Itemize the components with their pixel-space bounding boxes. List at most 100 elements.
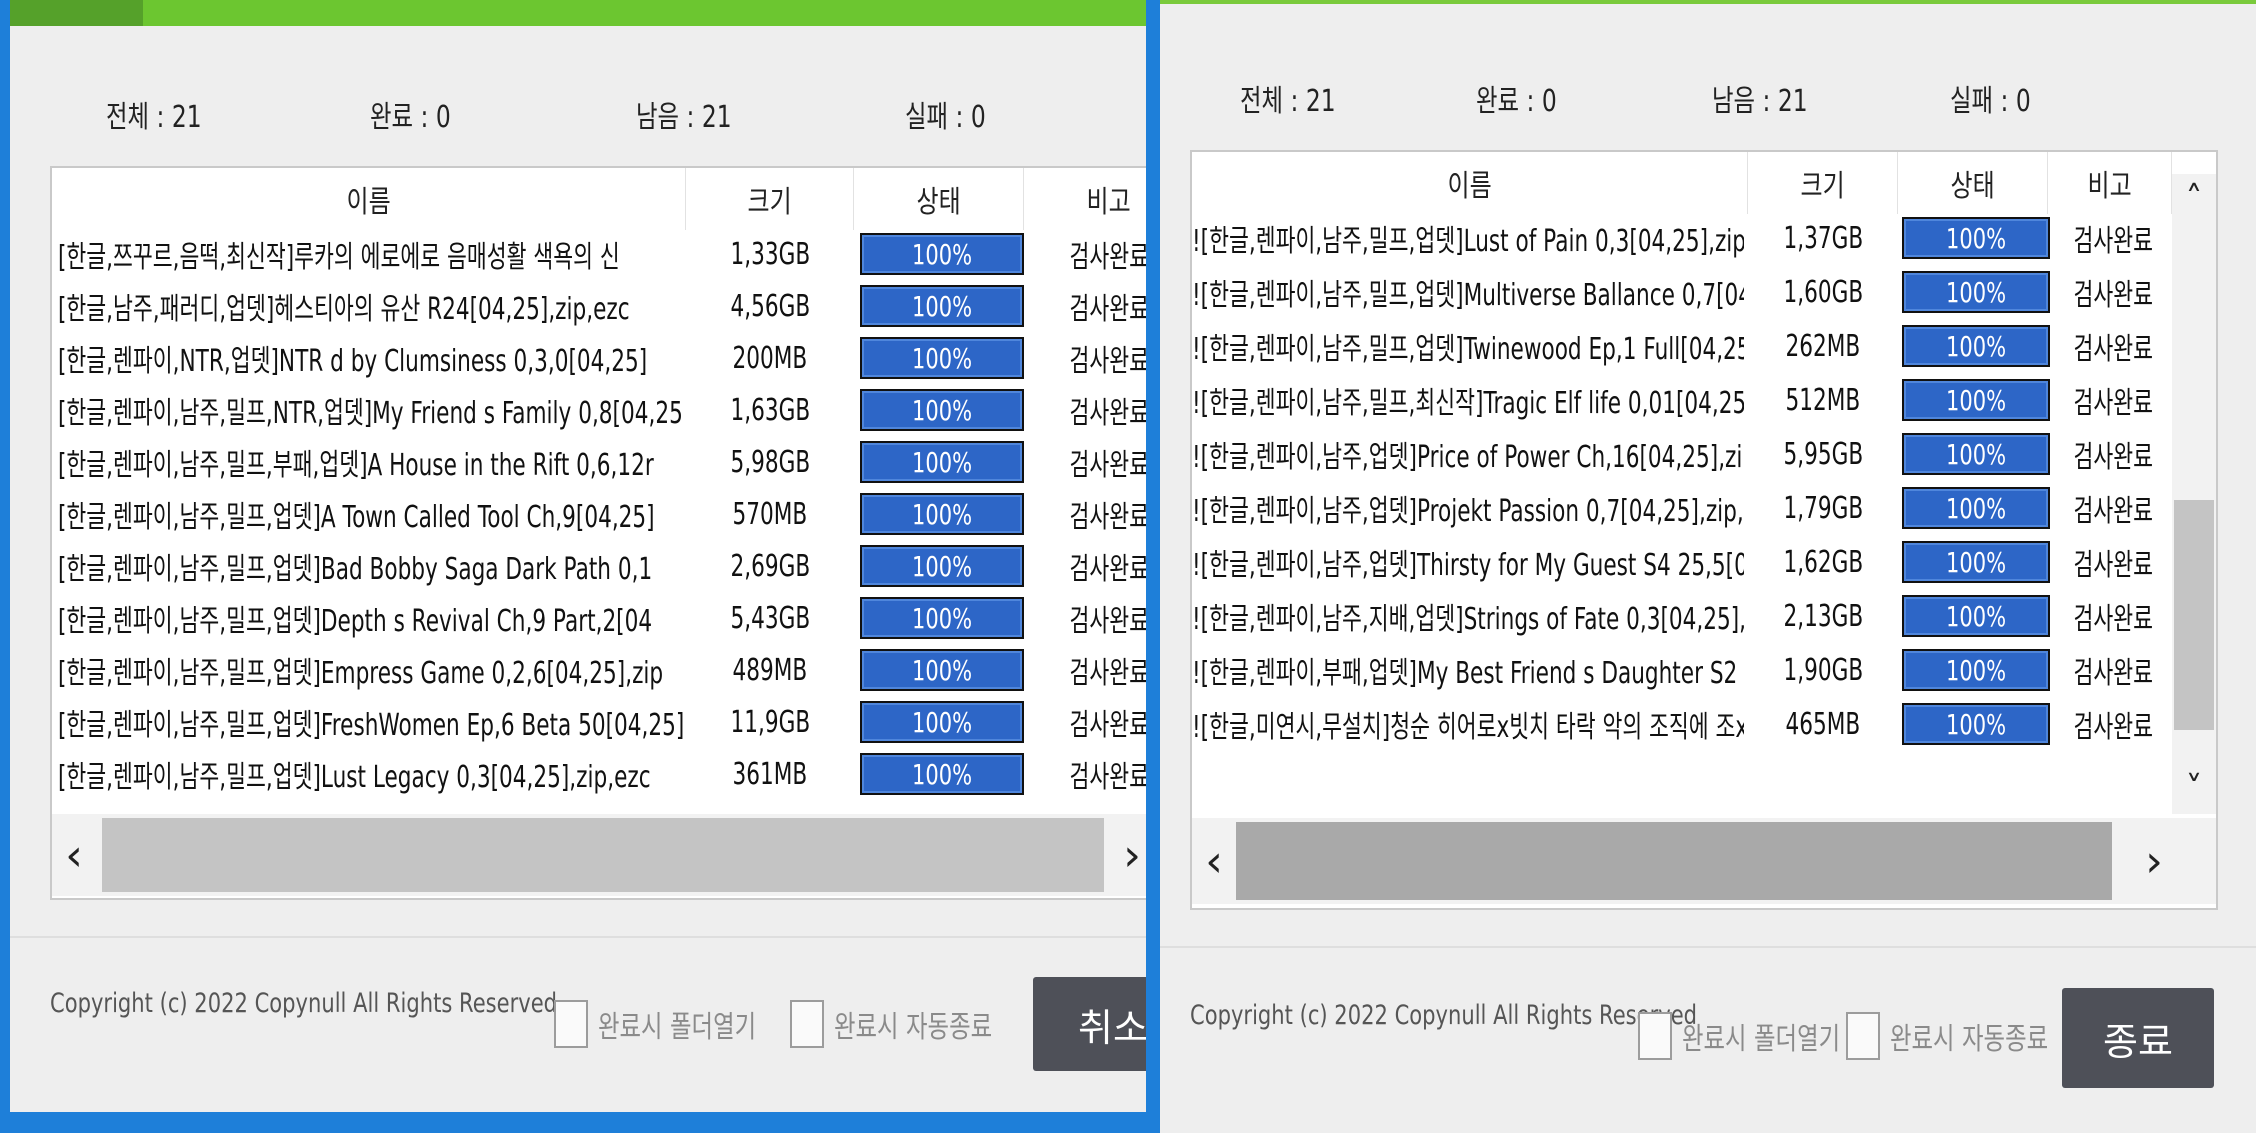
file-size-cell: 570MB — [732, 496, 808, 532]
note-cell: 검사완료 — [1069, 500, 1146, 535]
auto-exit-checkbox[interactable]: 완료시 자동종료 — [790, 1000, 1037, 1048]
file-name-cell: [한글,렌파이,남주,밀프,업뎃]Bad Bobby Saga Dark Pat… — [58, 552, 653, 587]
checkbox-box[interactable] — [1846, 1012, 1880, 1060]
table-row[interactable]: ![한글,렌파이,부패,업뎃]My Best Friend s Daughter… — [1192, 644, 2172, 696]
progress-bar: 100% — [860, 597, 1024, 639]
progress-bar: 100% — [1902, 703, 2050, 745]
table-row[interactable]: [한글,렌파이,남주,밀프,NTR,업뎃]My Friend s Family … — [52, 384, 1146, 436]
close-button[interactable]: 종료 — [2062, 988, 2214, 1088]
table-row[interactable]: [한글,렌파이,남주,밀프,업뎃]Depth s Revival Ch,9 Pa… — [52, 592, 1146, 644]
table-row[interactable]: ![한글,렌파이,남주,밀프,업뎃]Multiverse Ballance 0,… — [1192, 266, 2172, 318]
table-row[interactable]: ![한글,렌파이,남주,밀프,최신작]Tragic Elf life 0,01[… — [1192, 374, 2172, 426]
note-cell: 검사완료 — [1069, 240, 1146, 275]
horizontal-scrollbar[interactable]: ‹ › — [1192, 818, 2216, 904]
file-name-cell: ![한글,렌파이,남주,업뎃]Projekt Passion 0,7[04,25… — [1192, 494, 1744, 529]
file-name-cell: [한글,렌파이,남주,밀프,업뎃]FreshWomen Ep,6 Beta 50… — [58, 708, 684, 743]
file-name-cell: [한글,렌파이,남주,밀프,업뎃]Lust Legacy 0,3[04,25],… — [58, 760, 651, 795]
column-header-size[interactable]: 크기 — [1748, 152, 1898, 214]
column-header-status[interactable]: 상태 — [1898, 152, 2048, 214]
copyright-text: Copyright (c) 2022 Copynull All Rights R… — [1190, 1000, 1698, 1031]
checkbox-label: 완료시 자동종료 — [834, 1010, 993, 1045]
chevron-right-icon[interactable]: › — [2132, 818, 2176, 904]
checkbox-box[interactable] — [1638, 1012, 1672, 1060]
footer-divider — [10, 936, 1146, 938]
note-cell: 검사완료 — [1069, 292, 1146, 327]
checkbox-box[interactable] — [790, 1000, 824, 1048]
file-size-cell: 200MB — [732, 340, 808, 376]
file-name-cell: ![한글,렌파이,남주,업뎃]Price of Power Ch,16[04,2… — [1192, 440, 1744, 475]
table-row[interactable]: ![한글,렌파이,남주,업뎃]Price of Power Ch,16[04,2… — [1192, 428, 2172, 480]
stat-total: 전체 : 21 — [1240, 84, 1336, 119]
table-row[interactable]: ![한글,렌파이,남주,업뎃]Thirsty for My Guest S4 2… — [1192, 536, 2172, 588]
column-header-size[interactable]: 크기 — [686, 168, 854, 230]
note-cell: 검사완료 — [2073, 656, 2153, 691]
progress-bar: 100% — [1902, 271, 2050, 313]
stat-done: 완료 : 0 — [370, 100, 451, 135]
cancel-button[interactable]: 취소 — [1033, 977, 1146, 1071]
table-row[interactable]: [한글,렌파이,남주,밀프,업뎃]FreshWomen Ep,6 Beta 50… — [52, 696, 1146, 748]
file-list[interactable]: 이름 크기 상태 비고 [한글,쯔꾸르,음떡,최신작]루카의 에로에로 음매성활… — [50, 166, 1146, 900]
file-size-cell: 1,79GB — [1783, 490, 1863, 526]
file-size-cell: 465MB — [1785, 706, 1861, 742]
progress-bar: 100% — [1902, 595, 2050, 637]
file-size-cell: 1,90GB — [1783, 652, 1863, 688]
column-header-note[interactable]: 비고 — [1024, 168, 1146, 230]
progress-bar: 100% — [860, 753, 1024, 795]
file-size-cell: 5,43GB — [730, 600, 810, 636]
table-row[interactable]: ![한글,미연시,무설치]청순 히어로x빗치 타락 악의 조직에 조x 465MB… — [1192, 698, 2172, 750]
column-header-note[interactable]: 비고 — [2048, 152, 2172, 214]
file-name-cell: ![한글,렌파이,남주,밀프,업뎃]Twinewood Ep,1 Full[04… — [1192, 332, 1744, 367]
table-row[interactable]: [한글,남주,패러디,업뎃]헤스티아의 유산 R24[04,25],zip,ez… — [52, 280, 1146, 332]
file-name-cell: [한글,렌파이,남주,밀프,NTR,업뎃]My Friend s Family … — [58, 396, 684, 431]
table-row[interactable]: ![한글,렌파이,남주,밀프,업뎃]Twinewood Ep,1 Full[04… — [1192, 320, 2172, 372]
file-name-cell: [한글,렌파이,남주,밀프,업뎃]Empress Game 0,2,6[04,2… — [58, 656, 664, 691]
progress-bar: 100% — [860, 441, 1024, 483]
file-size-cell: 489MB — [732, 652, 808, 688]
scrollbar-thumb[interactable] — [102, 818, 1104, 892]
title-bar[interactable] — [10, 0, 1146, 26]
footer-divider — [1160, 946, 2256, 948]
column-header-status[interactable]: 상태 — [854, 168, 1024, 230]
chevron-down-icon[interactable]: ˅ — [2172, 764, 2216, 814]
file-list[interactable]: 이름 크기 상태 비고 ![한글,렌파이,남주,밀프,업뎃]Lust of Pa… — [1190, 150, 2218, 910]
table-row[interactable]: ![한글,렌파이,남주,업뎃]Projekt Passion 0,7[04,25… — [1192, 482, 2172, 534]
title-bar[interactable] — [1160, 0, 2256, 4]
table-row[interactable]: [한글,렌파이,남주,밀프,업뎃]Lust Legacy 0,3[04,25],… — [52, 748, 1146, 800]
progress-bar: 100% — [1902, 541, 2050, 583]
table-row[interactable]: [한글,렌파이,NTR,업뎃]NTR d by Clumsiness 0,3,0… — [52, 332, 1146, 384]
left-download-window: 전체 : 21 완료 : 0 남음 : 21 실패 : 0 이름 크기 상태 비… — [10, 0, 1146, 1112]
table-row[interactable]: [한글,렌파이,남주,밀프,업뎃]A Town Called Tool Ch,9… — [52, 488, 1146, 540]
checkbox-box[interactable] — [554, 1000, 588, 1048]
progress-bar: 100% — [1902, 649, 2050, 691]
table-row[interactable]: [한글,렌파이,남주,밀프,업뎃]Bad Bobby Saga Dark Pat… — [52, 540, 1146, 592]
open-folder-checkbox[interactable]: 완료시 폴더열기 — [554, 1000, 801, 1048]
table-row[interactable]: [한글,렌파이,남주,밀프,부패,업뎃]A House in the Rift … — [52, 436, 1146, 488]
table-row[interactable]: [한글,렌파이,남주,밀프,업뎃]Empress Game 0,2,6[04,2… — [52, 644, 1146, 696]
vertical-scrollbar[interactable]: ˄ ˅ — [2172, 174, 2216, 814]
auto-exit-checkbox[interactable]: 완료시 자동종료 — [1846, 1012, 2093, 1060]
note-cell: 검사완료 — [1069, 604, 1146, 639]
file-size-cell: 5,98GB — [730, 444, 810, 480]
stat-total: 전체 : 21 — [106, 100, 202, 135]
note-cell: 검사완료 — [1069, 344, 1146, 379]
note-cell: 검사완료 — [2073, 278, 2153, 313]
scrollbar-thumb[interactable] — [1236, 822, 2112, 900]
table-row[interactable]: ![한글,렌파이,남주,지배,업뎃]Strings of Fate 0,3[04… — [1192, 590, 2172, 642]
file-name-cell: [한글,쯔꾸르,음떡,최신작]루카의 에로에로 음매성활 색욕의 신 — [58, 240, 620, 275]
chevron-right-icon[interactable]: › — [1110, 814, 1146, 896]
horizontal-scrollbar[interactable]: ‹ › — [52, 814, 1146, 896]
table-row[interactable]: ![한글,렌파이,남주,밀프,업뎃]Lust of Pain 0,3[04,25… — [1192, 212, 2172, 264]
progress-bar: 100% — [1902, 433, 2050, 475]
chevron-left-icon[interactable]: ‹ — [1192, 818, 1236, 904]
note-cell: 검사완료 — [1069, 708, 1146, 743]
column-header-name[interactable]: 이름 — [1192, 152, 1748, 214]
file-size-cell: 11,9GB — [730, 704, 810, 740]
file-name-cell: ![한글,미연시,무설치]청순 히어로x빗치 타락 악의 조직에 조x — [1192, 710, 1744, 745]
table-row[interactable]: [한글,쯔꾸르,음떡,최신작]루카의 에로에로 음매성활 색욕의 신 1,33GB… — [52, 228, 1146, 280]
file-size-cell: 512MB — [1785, 382, 1861, 418]
chevron-left-icon[interactable]: ‹ — [52, 814, 96, 896]
chevron-up-icon[interactable]: ˄ — [2172, 174, 2216, 224]
scrollbar-thumb[interactable] — [2174, 500, 2214, 730]
file-name-cell: [한글,렌파이,NTR,업뎃]NTR d by Clumsiness 0,3,0… — [58, 344, 648, 379]
column-header-name[interactable]: 이름 — [52, 168, 686, 230]
